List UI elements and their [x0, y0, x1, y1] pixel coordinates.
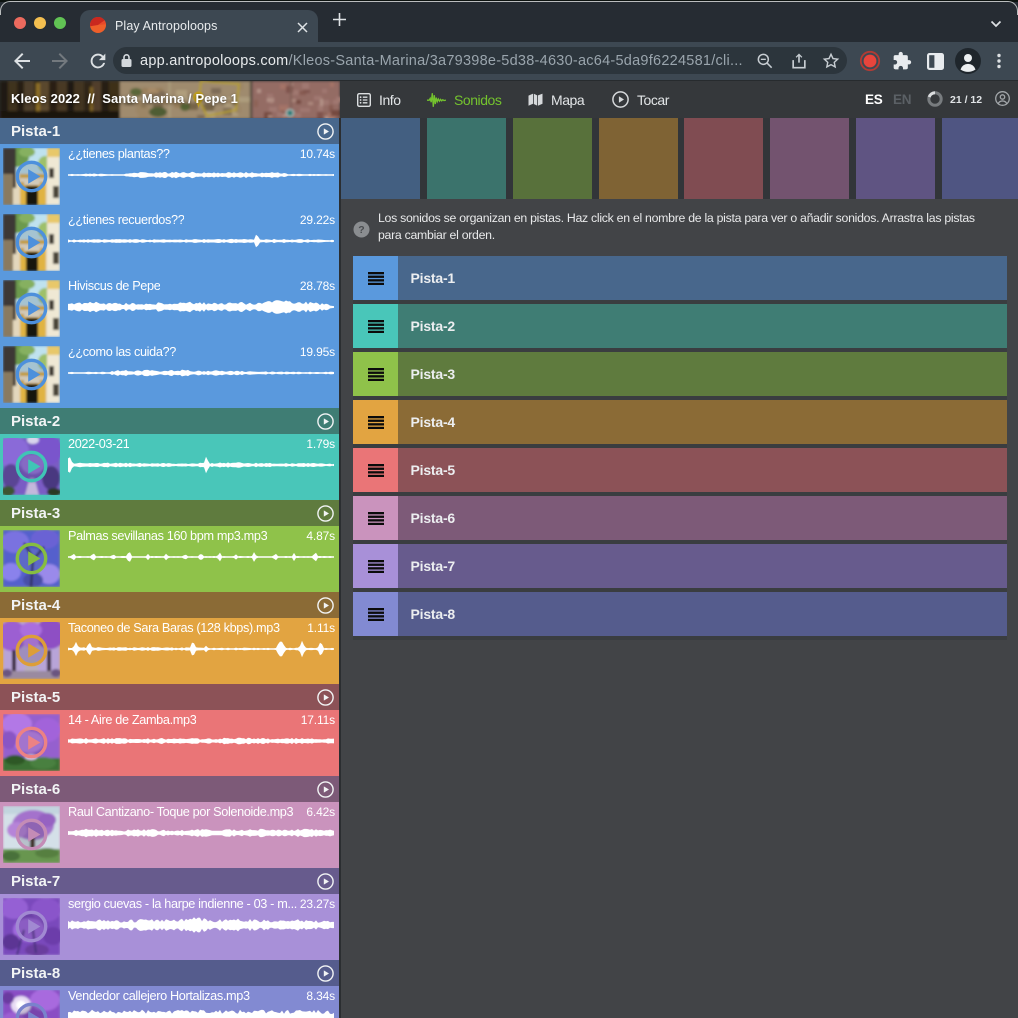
svg-text:?: ?	[358, 224, 364, 236]
